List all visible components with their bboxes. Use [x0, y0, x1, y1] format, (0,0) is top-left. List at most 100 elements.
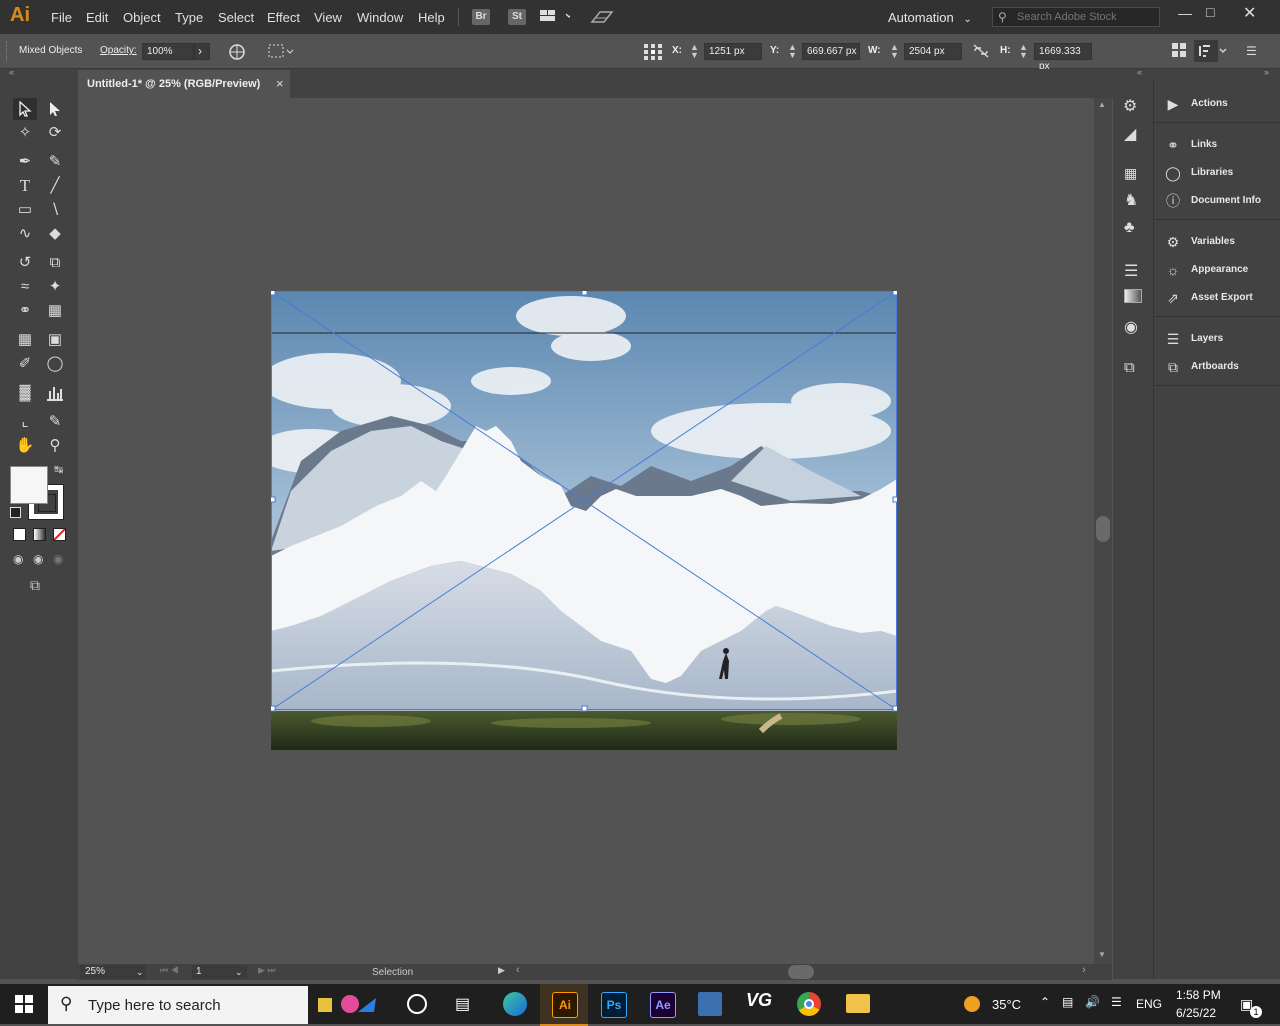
curvature-tool-icon[interactable]: ✎ [43, 151, 67, 173]
cortana-icon[interactable] [407, 994, 427, 1014]
screen-mode-icon[interactable]: ⧉ [30, 577, 40, 594]
shape-builder-tool-icon[interactable]: ⚭ [13, 300, 37, 322]
taskbar-search[interactable]: ⚲ Type here to search [48, 986, 376, 1024]
photoshop-taskbar-icon[interactable]: Ps [601, 992, 627, 1018]
vertical-scroll-thumb[interactable] [1096, 516, 1110, 542]
panel-actions[interactable]: ▶ Actions [1154, 91, 1280, 117]
workspace-switcher[interactable]: Automation ⌄ [888, 10, 972, 25]
slice-tool-icon[interactable]: ✎ [43, 411, 67, 433]
menu-view[interactable]: View [314, 10, 342, 25]
symbol-sprayer-tool-icon[interactable]: ▓ [13, 382, 37, 404]
panel-asset-export[interactable]: ⇗ Asset Export [1154, 285, 1280, 311]
chrome-icon[interactable] [797, 992, 821, 1016]
device-icon[interactable]: ▤ [1062, 995, 1073, 1009]
remote-desktop-icon[interactable] [698, 992, 722, 1016]
paintbrush-tool-icon[interactable]: ∖ [43, 199, 67, 221]
magic-wand-tool-icon[interactable]: ✧ [13, 122, 37, 144]
draw-inside-icon[interactable]: ◉ [53, 552, 63, 566]
w-stepper-icon[interactable]: ▲ ▼ [890, 43, 899, 60]
h-field[interactable]: 1669.333 px [1034, 43, 1092, 72]
close-icon[interactable]: ✕ [1243, 3, 1256, 23]
scroll-down-icon[interactable]: ▼ [1098, 950, 1106, 959]
horizontal-scroll-thumb[interactable] [788, 965, 814, 979]
selection-tool-icon[interactable] [13, 98, 37, 120]
swap-fill-stroke-icon[interactable]: ↹ [54, 463, 63, 476]
stock-button[interactable]: St [508, 9, 526, 25]
stroke-panel-icon[interactable]: ☰ [1124, 261, 1138, 281]
graph-tool-icon[interactable] [43, 382, 67, 404]
panel-libraries[interactable]: ◯ Libraries [1154, 160, 1280, 186]
collapse-right-icon[interactable]: » [1264, 67, 1269, 77]
collapse-left-icon[interactable]: « [9, 67, 14, 77]
menu-object[interactable]: Object [123, 10, 161, 25]
shaper-tool-icon[interactable]: ∿ [13, 223, 37, 245]
menu-edit[interactable]: Edit [86, 10, 108, 25]
swatches-icon[interactable]: ▦ [1124, 165, 1137, 182]
panel-links[interactable]: ⚭ Links [1154, 132, 1280, 158]
artwork-image[interactable] [271, 291, 897, 750]
file-explorer-icon[interactable] [846, 994, 870, 1013]
menu-type[interactable]: Type [175, 10, 203, 25]
menu-file[interactable]: File [51, 10, 72, 25]
none-mode-icon[interactable] [53, 528, 66, 541]
gradient-panel-icon[interactable] [1124, 289, 1142, 303]
gpu-performance-icon[interactable] [590, 8, 614, 29]
eraser-tool-icon[interactable]: ◆ [43, 223, 67, 245]
scale-tool-icon[interactable]: ⧉ [43, 252, 67, 274]
arrange-documents-icon[interactable] [540, 10, 573, 22]
hand-tool-icon[interactable]: ✋ [13, 435, 37, 457]
minimize-icon[interactable]: — [1178, 5, 1192, 21]
close-tab-icon[interactable]: × [276, 76, 284, 91]
zoom-field[interactable]: 25% ⌄ [80, 965, 146, 979]
menu-help[interactable]: Help [418, 10, 445, 25]
edge-icon[interactable] [503, 992, 527, 1016]
color-mode-icon[interactable] [13, 528, 26, 541]
panel-appearance[interactable]: ☼ Appearance [1154, 257, 1280, 283]
direct-selection-tool-icon[interactable] [43, 98, 67, 120]
artboard-nav-last-icon[interactable]: ▶ ⏭ [258, 965, 276, 976]
y-field[interactable]: 669.667 px [802, 43, 860, 60]
w-field[interactable]: 2504 px [904, 43, 962, 60]
chevron-up-icon[interactable]: ⌃ [1040, 995, 1050, 1009]
panel-document-info[interactable]: ⓘ Document Info [1154, 188, 1280, 214]
panel-menu-icon[interactable]: ☰ [1246, 44, 1257, 58]
gradient-tool-icon[interactable]: ▣ [43, 329, 67, 351]
collapse-iconstrip-icon[interactable]: « [1137, 67, 1142, 77]
stock-search-input[interactable] [1015, 10, 1159, 24]
isolate-mode-icon[interactable] [1194, 40, 1227, 62]
scroll-right-icon[interactable]: › [1082, 964, 1086, 976]
transform-icon[interactable] [1172, 43, 1186, 60]
x-field[interactable]: 1251 px [704, 43, 762, 60]
grip-icon[interactable] [6, 41, 10, 61]
mesh-tool-icon[interactable]: ▦ [13, 329, 37, 351]
blend-tool-icon[interactable]: ◯ [43, 353, 67, 375]
perspective-grid-tool-icon[interactable]: ▦ [43, 300, 67, 322]
scroll-left-icon[interactable]: ‹ [516, 964, 520, 976]
panel-artboards[interactable]: ⧉ Artboards [1154, 354, 1280, 380]
opacity-field[interactable]: 100% [142, 43, 194, 60]
fill-swatch-front[interactable] [10, 466, 48, 504]
clock-time[interactable]: 1:58 PM [1176, 988, 1221, 1002]
chevron-right-icon[interactable]: › [194, 43, 210, 60]
panel-variables[interactable]: ⚙ Variables [1154, 229, 1280, 255]
illustrator-taskbar-icon[interactable]: Ai [552, 992, 578, 1018]
maximize-icon[interactable]: □ [1206, 4, 1214, 20]
rotate-tool-icon[interactable]: ↺ [13, 252, 37, 274]
weather-temperature[interactable]: 35°C [992, 997, 1021, 1012]
artboard-number-field[interactable]: 1 ⌄ [192, 965, 247, 979]
color-guide-icon[interactable]: ⚙ [1123, 96, 1137, 116]
panel-layers[interactable]: ☰ Layers [1154, 326, 1280, 352]
artboard-nav-first-icon[interactable]: ⏮ ◀ [160, 965, 179, 976]
menu-effect[interactable]: Effect [267, 10, 300, 25]
pen-tool-icon[interactable]: ✒ [13, 151, 37, 173]
width-tool-icon[interactable]: ≈ [13, 276, 37, 298]
eyedropper-tool-icon[interactable]: ✐ [13, 353, 37, 375]
network-icon[interactable]: ☰ [1111, 995, 1122, 1009]
opacity-label[interactable]: Opacity: [100, 45, 137, 56]
menu-window[interactable]: Window [357, 10, 403, 25]
artboard-tool-icon[interactable]: ⌞ [13, 411, 37, 433]
transform-reference-icon[interactable] [643, 43, 663, 64]
bridge-button[interactable]: Br [472, 9, 490, 25]
language-indicator[interactable]: ENG [1136, 997, 1162, 1011]
stock-search-field[interactable]: ⚲ [992, 7, 1160, 27]
